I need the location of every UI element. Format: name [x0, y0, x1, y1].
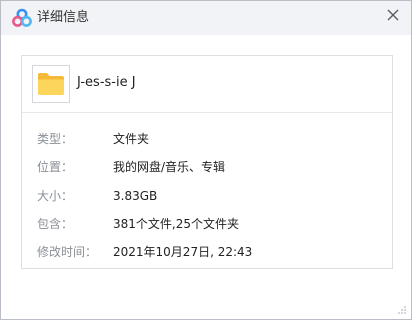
detail-row-location: 位置： 我的网盘/音乐、专辑 [22, 158, 392, 176]
file-header: J-es-s-ie J [22, 56, 392, 113]
detail-value: 文件夹 [113, 132, 150, 146]
detail-label: 修改时间： [37, 245, 98, 259]
detail-row-size: 大小： 3.83GB [22, 187, 392, 205]
detail-label: 包含： [37, 217, 74, 231]
detail-value: 我的网盘/音乐、专辑 [113, 160, 226, 174]
detail-value: 3.83GB [113, 189, 158, 203]
details-dialog: 详细信息 J-es-s-ie J 类型： 文件夹 位置： 我的网盘/音乐、专辑 … [0, 0, 412, 320]
detail-value: 2021年10月27日, 22:43 [113, 245, 253, 259]
file-name: J-es-s-ie J [77, 75, 136, 90]
detail-row-modified: 修改时间： 2021年10月27日, 22:43 [22, 243, 392, 261]
details-panel: J-es-s-ie J 类型： 文件夹 位置： 我的网盘/音乐、专辑 大小： 3… [21, 55, 393, 269]
detail-label: 类型： [37, 132, 74, 146]
detail-value: 381个文件,25个文件夹 [113, 217, 239, 231]
detail-label: 位置： [37, 160, 74, 174]
title-bar[interactable]: 详细信息 [1, 1, 411, 35]
detail-label: 大小： [37, 189, 74, 203]
detail-row-type: 类型： 文件夹 [22, 130, 392, 148]
close-icon[interactable] [383, 5, 403, 25]
dialog-title: 详细信息 [37, 10, 90, 25]
baidu-netdisk-cloud-icon [12, 8, 32, 27]
resize-grip-icon[interactable] [397, 305, 407, 315]
folder-icon [38, 73, 64, 95]
detail-row-contains: 包含： 381个文件,25个文件夹 [22, 215, 392, 233]
folder-thumbnail [32, 65, 70, 103]
